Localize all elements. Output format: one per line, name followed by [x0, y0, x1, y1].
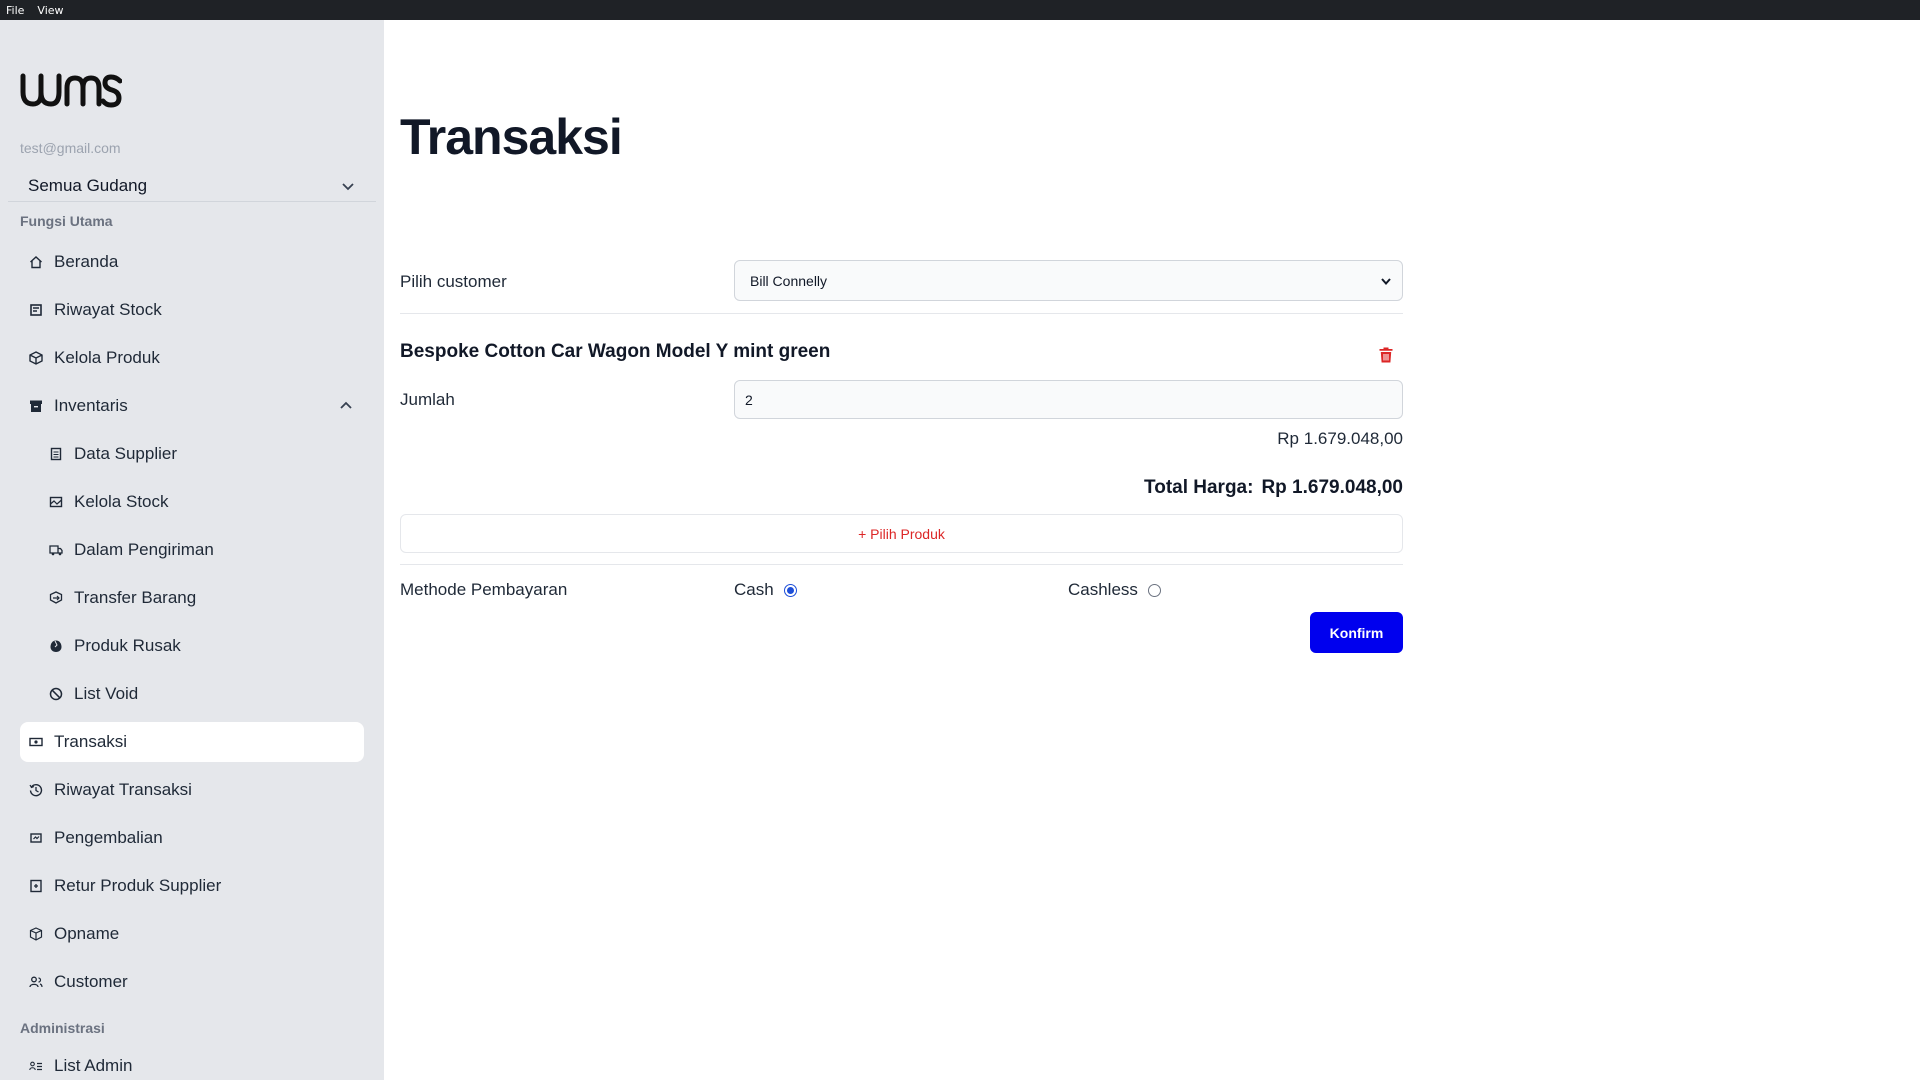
users-icon — [28, 974, 44, 990]
customer-label: Pilih customer — [400, 272, 507, 291]
delete-product-button[interactable] — [1378, 346, 1394, 364]
sidebar-item-label: Kelola Produk — [54, 348, 160, 367]
sidebar-item-riwayat-transaksi[interactable]: Riwayat Transaksi — [20, 770, 364, 810]
quantity-input-value: 2 — [745, 391, 753, 408]
truck-icon — [48, 542, 64, 558]
total-value: Rp 1.679.048,00 — [1261, 477, 1403, 498]
sidebar-item-pengembalian[interactable]: Pengembalian — [20, 818, 364, 858]
quantity-input[interactable]: 2 — [734, 380, 1403, 419]
sidebar-item-label: Retur Produk Supplier — [54, 876, 222, 895]
payment-option-cashless[interactable]: Cashless — [1068, 580, 1161, 600]
sidebar-item-produk-rusak[interactable]: Produk Rusak — [40, 626, 364, 666]
sidebar-item-data-supplier[interactable]: Data Supplier — [40, 434, 364, 474]
clock-icon — [28, 782, 44, 798]
sidebar-item-riwayat-stock[interactable]: Riwayat Stock — [20, 290, 364, 330]
cashless-radio[interactable] — [1147, 583, 1161, 597]
sidebar-item-label: Beranda — [54, 252, 119, 271]
customer-select-value: Bill Connelly — [750, 272, 828, 289]
box-icon — [28, 350, 44, 366]
return-icon — [28, 830, 44, 846]
logo — [20, 72, 123, 113]
sidebar-item-kelola-produk[interactable]: Kelola Produk — [20, 338, 364, 378]
chevron-up-icon — [340, 401, 352, 409]
section-title-admin: Administrasi — [20, 1020, 105, 1036]
sidebar-item-label: Riwayat Stock — [54, 300, 162, 319]
product-title: Bespoke Cotton Car Wagon Model Y mint gr… — [400, 341, 831, 362]
sidebar-item-dalam-pengiriman[interactable]: Dalam Pengiriman — [40, 530, 364, 570]
divider — [400, 564, 1403, 565]
payment-option-label: Cash — [734, 580, 774, 599]
money-icon — [28, 734, 44, 750]
payment-option-label: Cashless — [1068, 580, 1138, 599]
damaged-icon — [48, 638, 64, 654]
sidebar-item-label: Inventaris — [54, 396, 128, 415]
sidebar-item-label: Data Supplier — [74, 444, 178, 463]
sidebar-item-transfer-barang[interactable]: Transfer Barang — [40, 578, 364, 618]
sidebar-item-label: Opname — [54, 924, 120, 943]
sidebar-item-list-void[interactable]: List Void — [40, 674, 364, 714]
chevron-down-icon — [1381, 277, 1391, 285]
total-label: Total Harga: — [1144, 477, 1254, 498]
total-price: Total Harga: Rp 1.679.048,00 — [1144, 477, 1403, 499]
add-product-button[interactable]: + Pilih Produk — [400, 514, 1403, 553]
sidebar-item-label: Dalam Pengiriman — [74, 540, 214, 559]
sidebar-item-inventaris[interactable]: Inventaris — [20, 386, 364, 426]
list-icon — [48, 446, 64, 462]
sidebar-item-list-admin[interactable]: List Admin — [20, 1046, 364, 1080]
menu-file[interactable]: File — [6, 4, 24, 17]
home-icon — [28, 254, 44, 270]
cash-radio[interactable] — [783, 583, 797, 597]
sidebar: test@gmail.com Semua Gudang Fungsi Utama… — [0, 20, 384, 1080]
sidebar-item-beranda[interactable]: Beranda — [20, 242, 364, 282]
package-icon — [28, 926, 44, 942]
history-icon — [28, 302, 44, 318]
return-supplier-icon — [28, 878, 44, 894]
sidebar-item-label: Transaksi — [54, 732, 128, 751]
page-title: Transaksi — [400, 109, 623, 165]
sidebar-item-label: Customer — [54, 972, 128, 991]
menu-bar: File View — [0, 0, 1920, 20]
ban-icon — [48, 686, 64, 702]
confirm-button[interactable]: Konfirm — [1310, 612, 1403, 653]
warehouse-select[interactable]: Semua Gudang — [20, 158, 364, 214]
payment-option-cash[interactable]: Cash — [734, 580, 797, 600]
section-title-main: Fungsi Utama — [20, 213, 113, 229]
admin-list-icon — [28, 1058, 44, 1074]
sidebar-item-opname[interactable]: Opname — [20, 914, 364, 954]
payment-method-label: Methode Pembayaran — [400, 580, 568, 599]
warehouse-select-value: Semua Gudang — [28, 176, 148, 195]
divider — [400, 313, 1403, 314]
trash-icon — [1379, 347, 1393, 363]
sidebar-item-label: Transfer Barang — [74, 588, 197, 607]
sidebar-item-label: List Void — [74, 684, 139, 703]
chevron-down-icon — [342, 183, 354, 191]
customer-select[interactable]: Bill Connelly — [734, 260, 1403, 301]
sidebar-item-transaksi[interactable]: Transaksi — [20, 722, 364, 762]
sidebar-item-label: List Admin — [54, 1056, 133, 1075]
user-email: test@gmail.com — [20, 140, 121, 156]
transfer-icon — [48, 590, 64, 606]
sidebar-divider — [8, 201, 376, 202]
sidebar-item-label: Produk Rusak — [74, 636, 181, 655]
qty-label: Jumlah — [400, 390, 455, 409]
stock-icon — [48, 494, 64, 510]
sidebar-item-customer[interactable]: Customer — [20, 962, 364, 1002]
sidebar-item-kelola-stock[interactable]: Kelola Stock — [40, 482, 364, 522]
menu-view[interactable]: View — [37, 4, 63, 17]
archive-icon — [28, 398, 44, 414]
sidebar-item-label: Pengembalian — [54, 828, 163, 847]
sidebar-item-label: Riwayat Transaksi — [54, 780, 192, 799]
subtotal: Rp 1.679.048,00 — [1277, 429, 1403, 448]
sidebar-item-retur-produk-supplier[interactable]: Retur Produk Supplier — [20, 866, 364, 906]
sidebar-item-label: Kelola Stock — [74, 492, 169, 511]
